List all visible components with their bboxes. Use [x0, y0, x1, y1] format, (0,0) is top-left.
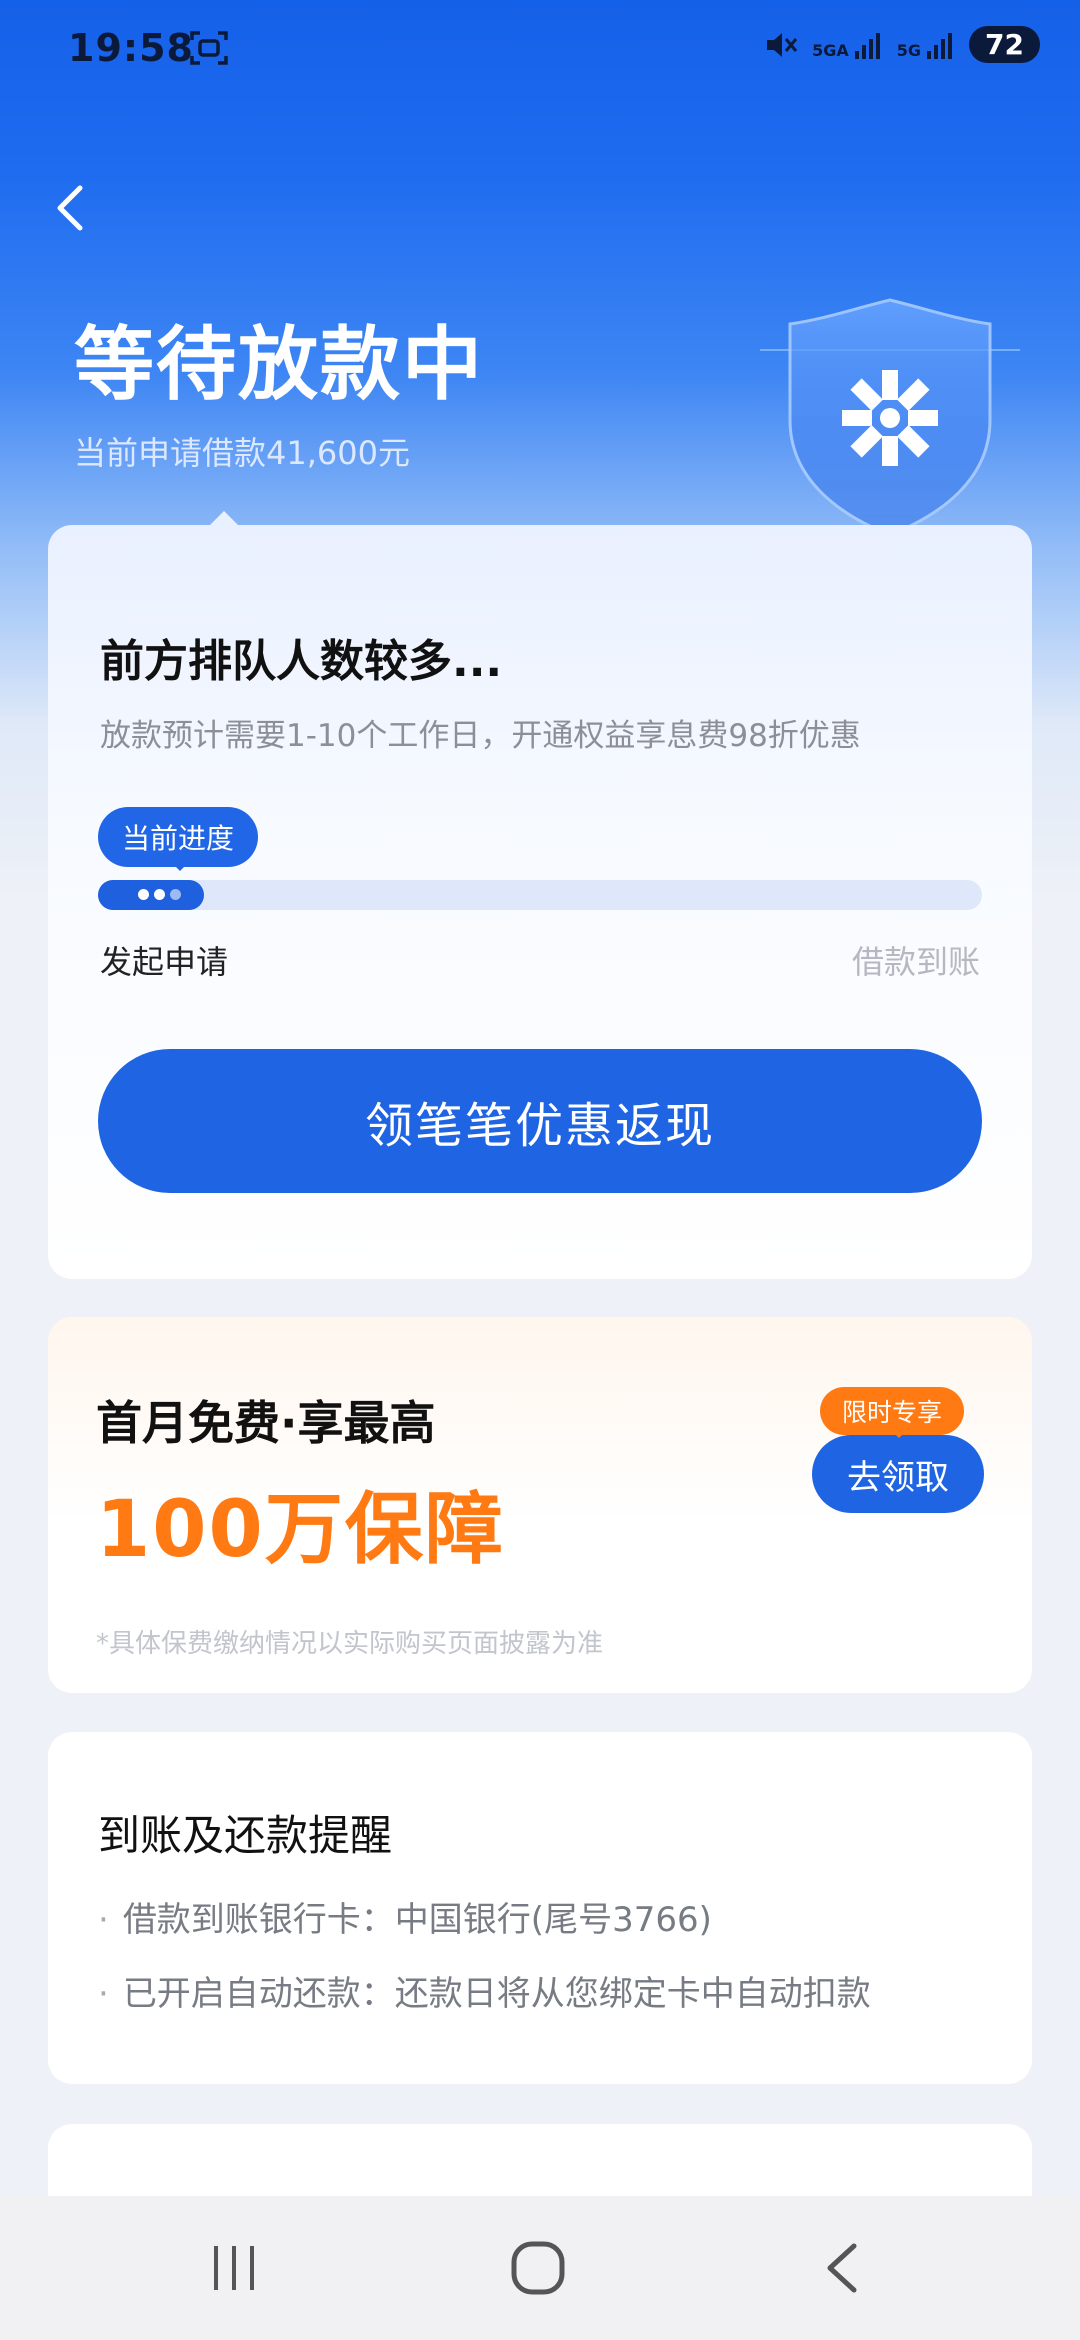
promo-disclaimer: *具体保费缴纳情况以实际购买页面披露为准: [96, 1629, 604, 1659]
bullet-icon: ·: [98, 1974, 109, 2014]
nav-back-icon[interactable]: [822, 2242, 862, 2294]
progress-tag: 当前进度: [98, 807, 259, 867]
insurance-promo-card[interactable]: 首月免费·享最高 100万保障 去领取 限时专享 *具体保费缴纳情况以实际购买页…: [48, 1317, 1032, 1693]
step-end-label: 借款到账: [851, 943, 980, 981]
recent-apps-icon[interactable]: [210, 2244, 260, 2292]
limited-time-badge: 限时专享: [820, 1387, 965, 1435]
reminder-card: 到账及还款提醒 · 借款到账银行卡：中国银行(尾号3766) · 已开启自动还款：还…: [48, 1732, 1032, 2084]
queue-description: 放款预计需要1-10个工作日，开通权益享息费98折优惠: [100, 718, 861, 754]
status-icons: 5GA 5G 72: [764, 26, 1040, 63]
status-time: 19:58: [68, 26, 194, 70]
system-nav-bar: [0, 2196, 1080, 2340]
promo-amount: 100万保障: [96, 1485, 505, 1575]
loan-amount-subtitle: 当前申请借款41,600元: [74, 434, 410, 472]
signal-bars-icon: [927, 32, 953, 59]
claim-button[interactable]: 去领取: [812, 1435, 984, 1513]
signal-5ga: 5GA: [812, 31, 883, 59]
progress-dots-icon: [138, 889, 181, 900]
card-pointer: [208, 511, 240, 527]
back-button[interactable]: [44, 180, 100, 236]
signal-5g: 5G: [897, 31, 955, 59]
cashback-button[interactable]: 领笔笔优惠返现: [98, 1049, 982, 1193]
home-icon[interactable]: [510, 2240, 566, 2296]
badge-pointer: [890, 1429, 908, 1438]
status-bar: 19:58 5GA 5G 72: [0, 0, 1080, 100]
reminder-item-bank-card: · 借款到账银行卡：中国银行(尾号3766): [98, 1900, 712, 1940]
screenshot-icon: [190, 31, 228, 65]
signal-bars-icon: [854, 32, 880, 59]
queue-title: 前方排队人数较多...: [100, 636, 503, 687]
loan-status-card: 前方排队人数较多... 放款预计需要1-10个工作日，开通权益享息费98折优惠 …: [48, 511, 1032, 1279]
reminder-title: 到账及还款提醒: [98, 1811, 393, 1860]
promo-headline: 首月免费·享最高: [96, 1396, 436, 1450]
step-start-label: 发起申请: [100, 943, 229, 981]
progress-tag-pointer: [170, 861, 190, 871]
battery-indicator: 72: [969, 26, 1040, 63]
mute-icon: [767, 32, 798, 57]
progress-bar: [98, 880, 982, 910]
reminder-item-auto-repay: · 已开启自动还款：还款日将从您绑定卡中自动扣款: [98, 1974, 871, 2014]
page-title: 等待放款中: [74, 318, 484, 411]
shield-logo-icon: [760, 298, 1020, 537]
progress-fill: [98, 880, 205, 910]
bullet-icon: ·: [98, 1900, 109, 1940]
